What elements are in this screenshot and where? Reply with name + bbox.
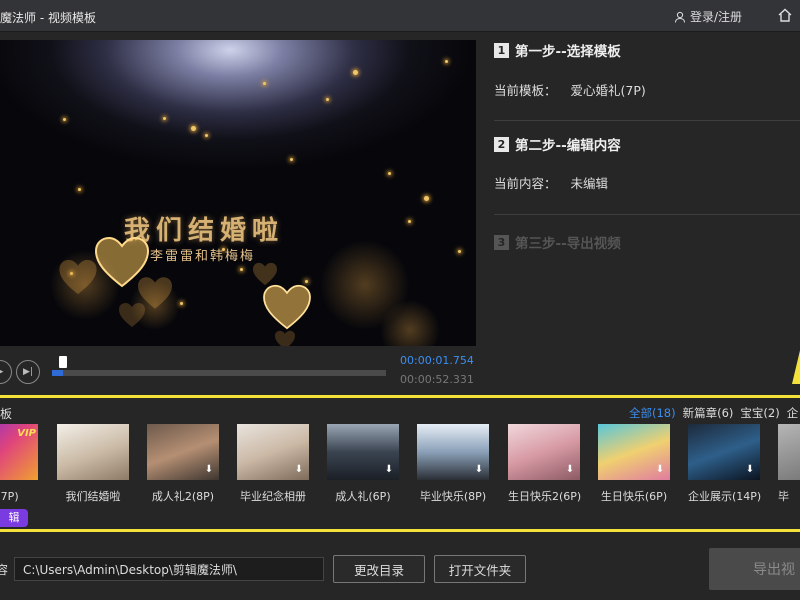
export-button[interactable]: 导出视	[709, 548, 800, 590]
template-thumbnail: ⬇	[417, 424, 489, 480]
open-folder-button[interactable]: 打开文件夹	[434, 555, 526, 583]
template-caption: 生日快乐2(6P)	[508, 490, 582, 503]
heart-graphic	[119, 303, 145, 327]
template-caption: 毕业纪念相册	[240, 490, 306, 503]
heart-graphic	[253, 262, 277, 286]
template-caption: 企业展示(14P)	[688, 490, 762, 503]
download-icon[interactable]: ⬇	[564, 464, 576, 476]
template-thumbnail: ⬇	[508, 424, 580, 480]
progress-handle[interactable]	[59, 356, 68, 368]
vip-badge: VIP	[17, 428, 36, 439]
template-thumbnail: ⬇	[688, 424, 760, 480]
template-caption: 成人礼(6P)	[335, 490, 391, 503]
template-caption: 成人礼2(8P)	[151, 490, 215, 503]
current-template-key: 当前模板：	[494, 83, 557, 98]
progress-track[interactable]	[52, 356, 386, 376]
divider	[494, 214, 800, 215]
step-2-number: 2	[494, 136, 509, 152]
progress-fill	[52, 370, 64, 376]
category-filters: 全部(18) 新篇章(6) 宝宝(2) 企	[629, 405, 798, 421]
step-1-title: 1 第一步--选择模板	[494, 40, 621, 60]
template-card[interactable]: ⬇ 企业展示(14P)	[688, 424, 762, 504]
template-caption: 毕	[778, 490, 789, 503]
current-content-row: 当前内容： 未编辑	[494, 173, 608, 192]
current-template-row: 当前模板： 爱心婚礼(7P)	[494, 80, 646, 99]
template-card[interactable]: ⬇ 生日快乐(6P)	[598, 424, 670, 504]
step-3-number: 3	[494, 234, 509, 250]
current-time: 00:00:01.754	[400, 354, 474, 367]
template-card[interactable]: 毕	[778, 424, 800, 504]
divider	[494, 120, 800, 121]
step-1-label: 第一步--选择模板	[515, 44, 621, 60]
output-path-input[interactable]	[14, 557, 324, 581]
template-thumbnail	[57, 424, 129, 480]
template-caption: 生日快乐(6P)	[600, 490, 668, 503]
step-3-label: 第三步--导出视频	[515, 236, 621, 252]
output-path-label: 容	[0, 563, 9, 577]
template-thumbnail: ⬇	[327, 424, 399, 480]
template-thumbnail: ⬇	[598, 424, 670, 480]
title-bar: 魔法师 - 视频模板 登录/注册	[0, 0, 800, 32]
template-gallery: 板 全部(18) 新篇章(6) 宝宝(2) 企 VIP 礼(7P) 我们结婚啦 …	[0, 395, 800, 532]
filter-enterprise[interactable]: 企	[787, 405, 799, 421]
template-caption: 毕业快乐(8P)	[419, 490, 487, 503]
heart-graphic	[59, 259, 97, 295]
filter-baby[interactable]: 宝宝(2)	[740, 405, 779, 421]
template-card[interactable]: 我们结婚啦	[57, 424, 129, 504]
template-thumbnail: ⬇	[237, 424, 309, 480]
step-1-number: 1	[494, 42, 509, 58]
home-button[interactable]	[777, 7, 793, 27]
download-icon[interactable]: ⬇	[654, 464, 666, 476]
template-card[interactable]: VIP 礼(7P)	[0, 424, 38, 504]
step-2-label: 第二步--编辑内容	[515, 138, 621, 154]
step-3-title: 3 第三步--导出视频	[494, 232, 621, 252]
template-card[interactable]: ⬇ 生日快乐2(6P)	[508, 424, 582, 504]
login-label: 登录/注册	[690, 10, 743, 24]
change-directory-button[interactable]: 更改目录	[333, 555, 425, 583]
video-subtitle-text: 李雷雷和韩梅梅	[150, 249, 256, 264]
template-thumbnail: ⬇	[147, 424, 219, 480]
template-card[interactable]: ⬇ 毕业快乐(8P)	[417, 424, 489, 504]
current-content-value: 未编辑	[570, 176, 609, 191]
login-button[interactable]: 登录/注册	[674, 8, 742, 25]
template-thumbnail: VIP	[0, 424, 38, 480]
home-icon	[778, 8, 792, 22]
gallery-label: 板	[0, 407, 13, 421]
player-controls: ▶ ▶| 00:00:01.754 00:00:52.331	[0, 346, 476, 394]
download-icon[interactable]: ⬇	[744, 464, 756, 476]
export-bar: 容 更改目录 打开文件夹 导出视	[0, 532, 800, 600]
play-button[interactable]: ▶	[0, 360, 12, 384]
edit-badge[interactable]: 辑	[0, 509, 28, 527]
window-title: 魔法师 - 视频模板	[0, 11, 96, 25]
template-caption: 我们结婚啦	[65, 490, 121, 503]
download-icon[interactable]: ⬇	[293, 464, 305, 476]
filter-all[interactable]: 全部(18)	[629, 405, 676, 421]
template-card[interactable]: ⬇ 成人礼(6P)	[327, 424, 399, 504]
download-icon[interactable]: ⬇	[473, 464, 485, 476]
template-caption: 礼(7P)	[0, 490, 19, 503]
next-frame-button[interactable]: ▶|	[16, 360, 40, 384]
template-card[interactable]: ⬇ 毕业纪念相册	[237, 424, 309, 504]
play-icon: ▶	[0, 367, 3, 377]
video-preview[interactable]: 我们结婚啦 李雷雷和韩梅梅	[0, 40, 476, 346]
heart-graphic	[275, 330, 295, 346]
template-thumbnail	[778, 424, 800, 480]
total-time: 00:00:52.331	[400, 373, 474, 386]
download-icon[interactable]: ⬇	[203, 464, 215, 476]
current-template-value: 爱心婚礼(7P)	[570, 83, 646, 98]
steps-panel: 1 第一步--选择模板 当前模板： 爱心婚礼(7P) 2 第二步--编辑内容 当…	[486, 32, 800, 394]
heart-graphic	[263, 284, 311, 330]
user-icon	[675, 11, 685, 23]
filter-new-chapter[interactable]: 新篇章(6)	[683, 405, 734, 421]
step-2-title: 2 第二步--编辑内容	[494, 134, 621, 154]
highlight-arrow	[792, 342, 800, 384]
download-icon[interactable]: ⬇	[383, 464, 395, 476]
template-card[interactable]: ⬇ 成人礼2(8P)	[147, 424, 219, 504]
current-content-key: 当前内容：	[494, 176, 557, 191]
next-frame-icon: ▶|	[23, 367, 33, 377]
